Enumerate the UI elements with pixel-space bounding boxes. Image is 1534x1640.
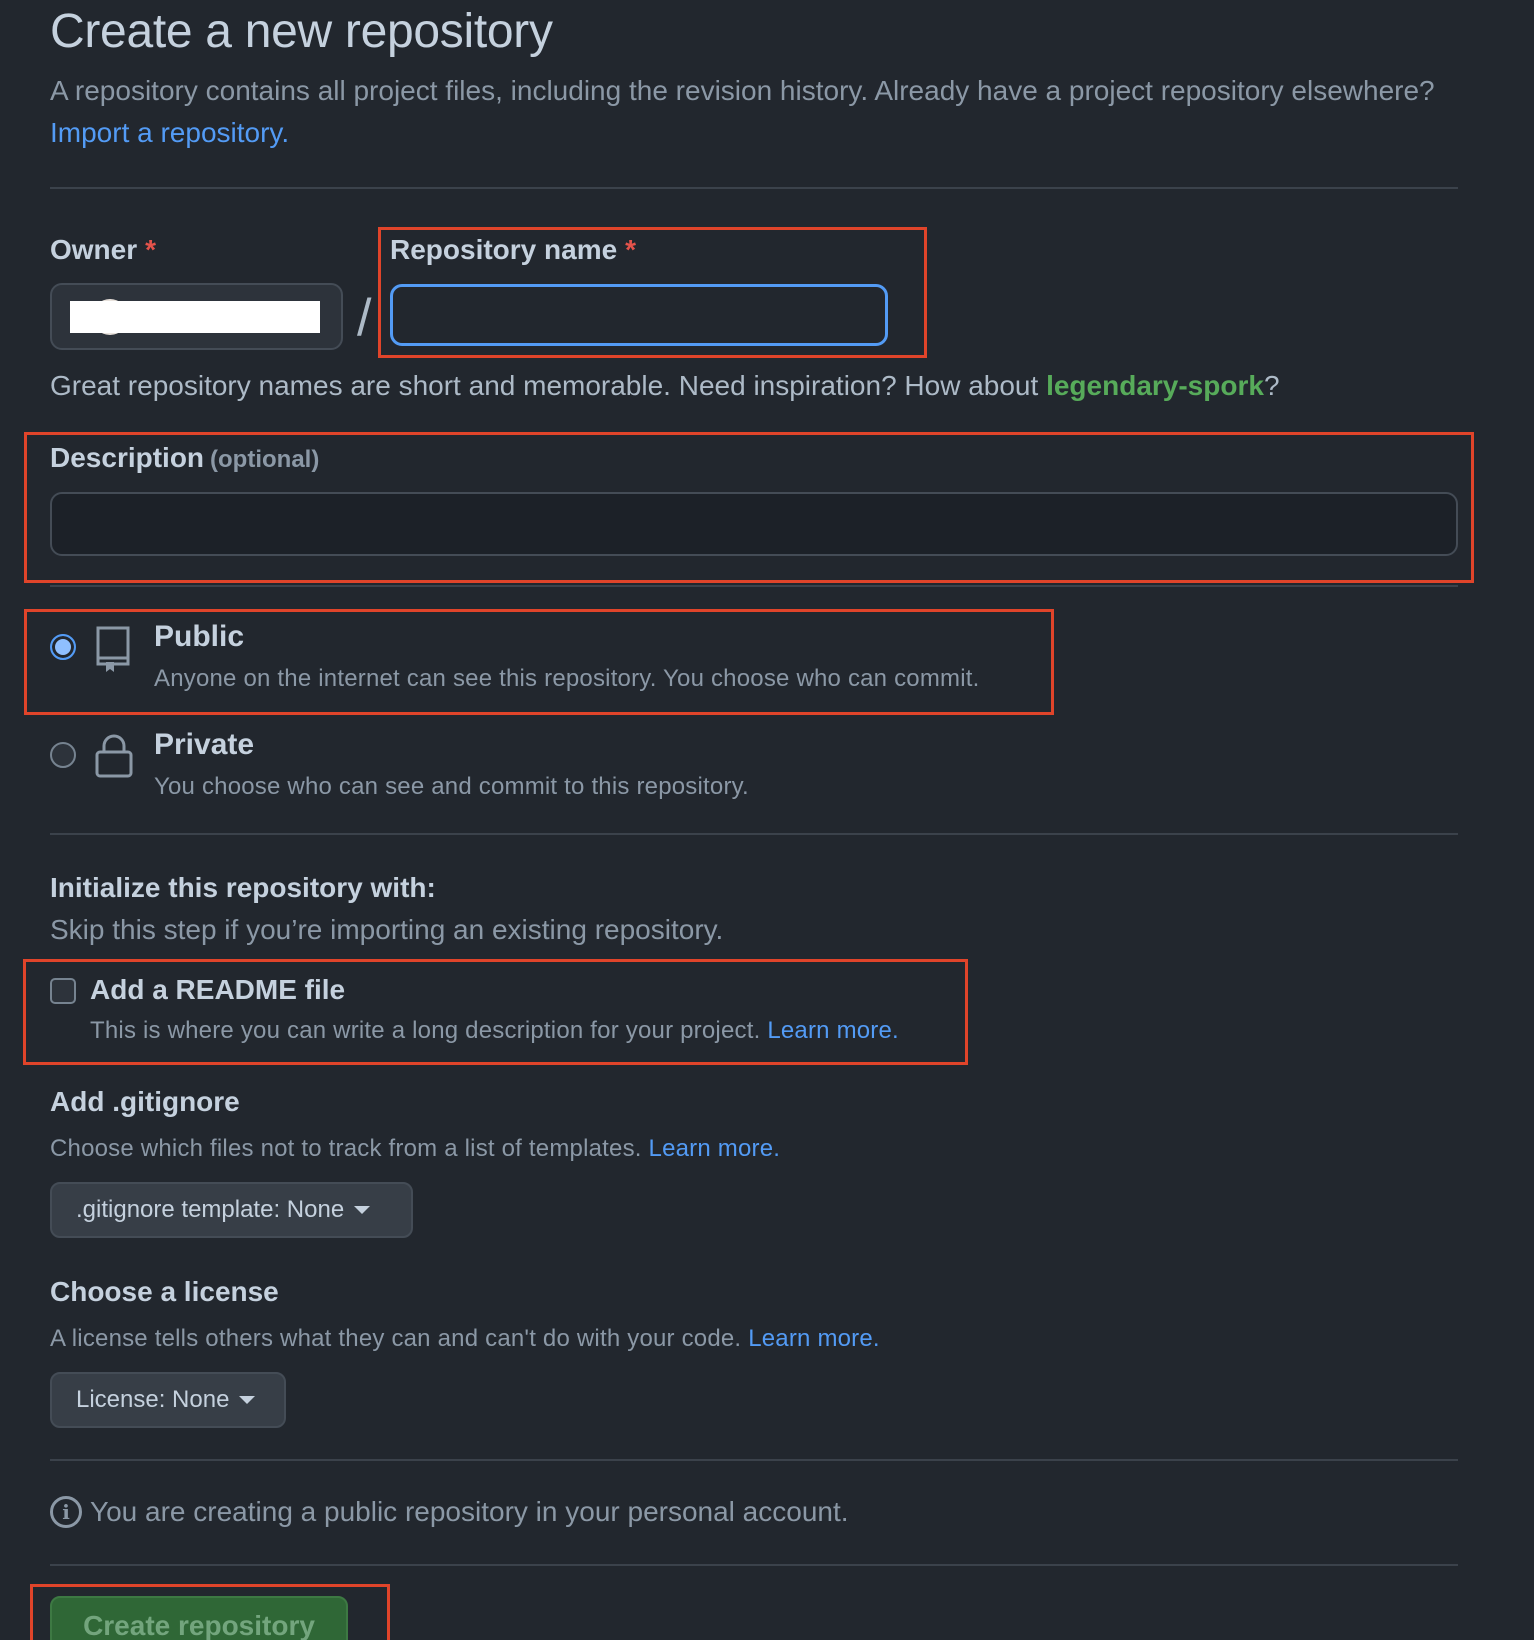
license-description: A license tells others what they can and… — [50, 1325, 880, 1353]
gitignore-description: Choose which files not to track from a l… — [50, 1135, 780, 1163]
gitignore-dropdown-label: .gitignore template: None — [76, 1196, 345, 1223]
license-heading: Choose a license — [50, 1276, 279, 1307]
hint-text: Great repository names are short and mem… — [50, 370, 1039, 401]
visibility-private-radio[interactable] — [50, 742, 78, 770]
divider — [50, 1564, 1458, 1566]
name-suggestion[interactable]: legendary-spork — [1046, 370, 1264, 401]
highlight-box-readme — [23, 959, 968, 1065]
highlight-box-description — [24, 432, 1474, 583]
chevron-down-icon — [239, 1396, 256, 1404]
required-asterisk: * — [145, 234, 157, 265]
notice-text: You are creating a public repository in … — [90, 1496, 849, 1527]
gitignore-template-dropdown[interactable]: .gitignore template: None — [50, 1182, 413, 1238]
initialize-subtext: Skip this step if you’re importing an ex… — [50, 914, 724, 945]
license-desc-text: A license tells others what they can and… — [50, 1325, 742, 1352]
highlight-box-public — [24, 609, 1054, 715]
chevron-down-icon — [354, 1206, 371, 1214]
intro-text: A repository contains all project files,… — [50, 70, 1470, 154]
lock-icon — [95, 734, 133, 778]
intro-description: A repository contains all project files,… — [50, 75, 1435, 106]
visibility-notice: i You are creating a public repository i… — [50, 1496, 849, 1528]
initialize-heading: Initialize this repository with: — [50, 872, 436, 903]
radio-unchecked-indicator — [50, 742, 76, 768]
visibility-private-title: Private — [154, 728, 255, 761]
divider — [50, 585, 1458, 587]
hint-suffix: ? — [1263, 370, 1280, 401]
create-repo-page: Create a new repository A repository con… — [0, 0, 1534, 1640]
owner-repo-separator: / — [357, 289, 372, 347]
owner-label-text: Owner — [50, 234, 138, 265]
visibility-private-description: You choose who can see and commit to thi… — [154, 773, 749, 800]
divider — [50, 833, 1458, 835]
gitignore-heading: Add .gitignore — [50, 1086, 240, 1117]
divider — [50, 187, 1458, 189]
import-repository-link[interactable]: Import a repository. — [50, 117, 289, 148]
license-learn-more-link[interactable]: Learn more. — [748, 1325, 880, 1352]
owner-select[interactable] — [50, 283, 343, 350]
info-icon: i — [50, 1496, 82, 1528]
owner-name-redacted — [70, 301, 320, 333]
license-dropdown-label: License: None — [76, 1386, 230, 1413]
page-title: Create a new repository — [50, 5, 553, 58]
highlight-box-create-button — [30, 1584, 390, 1640]
gitignore-learn-more-link[interactable]: Learn more. — [649, 1135, 781, 1162]
repository-name-hint: Great repository names are short and mem… — [50, 370, 1280, 402]
owner-label: Owner * — [50, 234, 156, 266]
license-dropdown[interactable]: License: None — [50, 1372, 286, 1428]
highlight-box-repository-name — [378, 227, 927, 358]
divider — [50, 1459, 1458, 1461]
gitignore-desc-text: Choose which files not to track from a l… — [50, 1135, 642, 1162]
